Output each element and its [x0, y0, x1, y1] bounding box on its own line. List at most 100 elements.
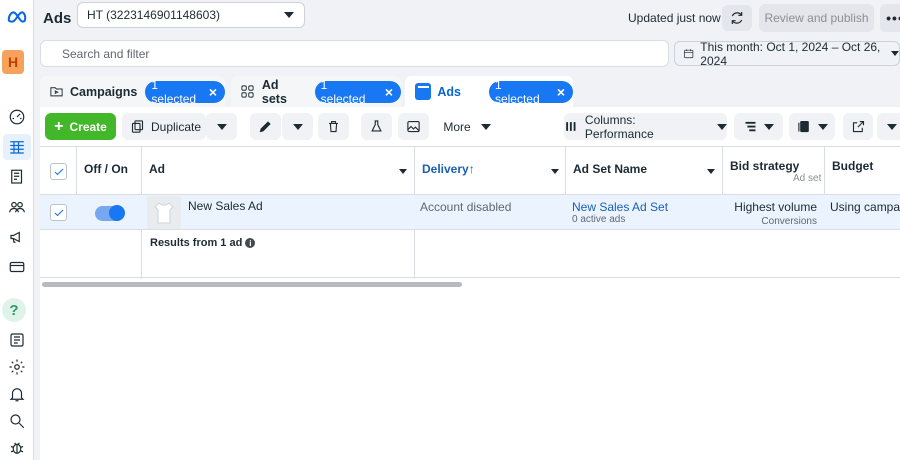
select-all-checkbox[interactable] [50, 163, 67, 180]
tab-ad-sets[interactable]: Ad sets 1 selected × [231, 76, 401, 107]
campaigns-selected-label: 1 selected [151, 77, 197, 106]
more-label: More [443, 119, 471, 134]
help-icon[interactable]: ? [2, 298, 26, 322]
ads-selected-label: 1 selected [494, 77, 540, 106]
close-icon[interactable]: × [385, 85, 393, 99]
duplicate-button[interactable]: Duplicate [122, 113, 206, 140]
col-header-off-on[interactable]: Off / On [84, 162, 128, 176]
columns-icon [566, 122, 576, 131]
ab-test-button[interactable] [361, 113, 392, 140]
chevron-down-icon [817, 123, 828, 130]
grid-icon [240, 84, 256, 100]
chevron-down-icon [887, 123, 897, 130]
refresh-icon [731, 12, 743, 24]
delete-button[interactable] [318, 113, 349, 140]
settings-gear-icon[interactable] [3, 354, 31, 380]
checkmark-icon [54, 168, 63, 175]
search-and-filter-input[interactable]: Search and filter [40, 40, 669, 67]
account-avatar[interactable]: H [2, 50, 24, 74]
billing-card-icon[interactable] [3, 254, 31, 280]
edit-button[interactable] [250, 113, 281, 140]
share-export-icon [852, 120, 864, 133]
edit-dropdown-button[interactable] [282, 113, 313, 140]
campaigns-selected-pill[interactable]: 1 selected × [145, 77, 225, 106]
ad-on-off-toggle[interactable] [95, 205, 125, 221]
ad-sets-selected-pill[interactable]: 1 selected × [314, 77, 401, 106]
ads-selected-pill[interactable]: 1 selected × [488, 77, 573, 106]
report-bug-icon[interactable] [3, 435, 31, 460]
col-header-ad-set-name[interactable]: Ad Set Name [573, 162, 647, 176]
tab-ad-sets-label: Ad sets [261, 77, 287, 106]
breakdown-button[interactable] [734, 113, 783, 140]
date-range-picker[interactable]: This month: Oct 1, 2024 – Oct 26, 2024 [674, 40, 900, 68]
col-header-budget[interactable]: Budget [832, 159, 873, 173]
bid-strategy-sub-value: Conversions [761, 216, 817, 227]
col-header-delivery[interactable]: Delivery↑ [422, 162, 475, 176]
chevron-down-icon [292, 123, 303, 130]
refresh-button[interactable] [722, 5, 752, 31]
plus-icon: + [54, 117, 64, 135]
info-icon[interactable]: i [245, 238, 256, 249]
tab-ads[interactable]: Ads 1 selected × [405, 76, 573, 107]
ad-sets-selected-label: 1 selected [320, 77, 366, 106]
col-header-bid-strategy[interactable]: Bid strategy [730, 159, 799, 173]
col-header-delivery-label: Delivery [422, 162, 469, 176]
checkmark-icon [54, 209, 63, 216]
row-checkbox[interactable] [50, 204, 67, 221]
top-bar: Ads HT (3223146901148603) Updated just n… [34, 0, 900, 36]
more-actions-button[interactable]: More [434, 113, 500, 140]
col-header-bid-strategy-sub: Ad set [793, 173, 822, 184]
close-icon[interactable]: × [557, 85, 565, 99]
chevron-down-icon [764, 123, 774, 130]
search-icon[interactable] [3, 408, 31, 434]
ads-manager-table-icon[interactable] [3, 134, 31, 160]
trash-icon [329, 120, 338, 133]
ad-name-link[interactable]: New Sales Ad [188, 199, 263, 213]
duplicate-dropdown-button[interactable] [206, 113, 237, 140]
chevron-down-icon[interactable] [551, 169, 559, 174]
duplicate-icon [131, 120, 144, 133]
dashboard-gauge-icon[interactable] [3, 104, 31, 130]
news-feed-icon[interactable] [3, 327, 31, 353]
chevron-down-icon[interactable] [399, 169, 407, 174]
chevron-down-icon[interactable] [707, 169, 715, 174]
tab-campaigns[interactable]: Campaigns 1 selected × [40, 76, 225, 107]
reports-icon [797, 120, 809, 133]
meta-logo-icon[interactable] [3, 4, 31, 30]
ad-account-label: HT (3223146901148603) [87, 8, 220, 22]
tab-campaigns-label: Campaigns [70, 84, 138, 99]
col-header-ad[interactable]: Ad [149, 162, 165, 176]
updated-status: Updated just now [628, 11, 721, 25]
audiences-people-icon[interactable] [3, 194, 31, 220]
chevron-down-icon [216, 123, 227, 130]
ad-set-name-link[interactable]: New Sales Ad Set [572, 200, 668, 214]
close-icon[interactable]: × [209, 85, 217, 99]
pages-book-icon[interactable] [3, 164, 31, 190]
create-label: Create [69, 119, 107, 134]
app-title: Ads [43, 10, 72, 27]
create-button[interactable]: + Create [45, 113, 116, 140]
creative-preview-button[interactable] [398, 113, 429, 140]
review-and-publish-button[interactable]: Review and publish [759, 4, 874, 32]
chevron-down-icon [891, 51, 899, 56]
megaphone-icon[interactable] [3, 224, 31, 250]
notifications-bell-icon[interactable] [3, 381, 31, 407]
bid-strategy-value: Highest volume [734, 200, 817, 214]
delivery-status: Account disabled [420, 200, 512, 214]
chevron-down-icon [284, 12, 294, 18]
horizontal-scrollbar[interactable] [42, 282, 462, 287]
sort-ascending-icon: ↑ [468, 162, 475, 176]
image-icon [407, 120, 420, 133]
export-button[interactable] [843, 113, 873, 140]
columns-performance-button[interactable]: Columns: Performance [564, 113, 727, 141]
more-options-button[interactable]: ••• [880, 4, 900, 32]
ad-account-selector[interactable]: HT (3223146901148603) [77, 2, 305, 28]
reports-button[interactable] [789, 113, 835, 140]
budget-value: Using campaign [830, 200, 900, 214]
search-placeholder: Search and filter [62, 46, 150, 61]
export-dropdown-button[interactable] [877, 113, 900, 140]
ad-set-active-ads: 0 active ads [572, 214, 626, 225]
tab-ads-label: Ads [437, 84, 461, 99]
pencil-icon [259, 121, 271, 133]
results-summary: Results from 1 ad i [150, 237, 256, 249]
